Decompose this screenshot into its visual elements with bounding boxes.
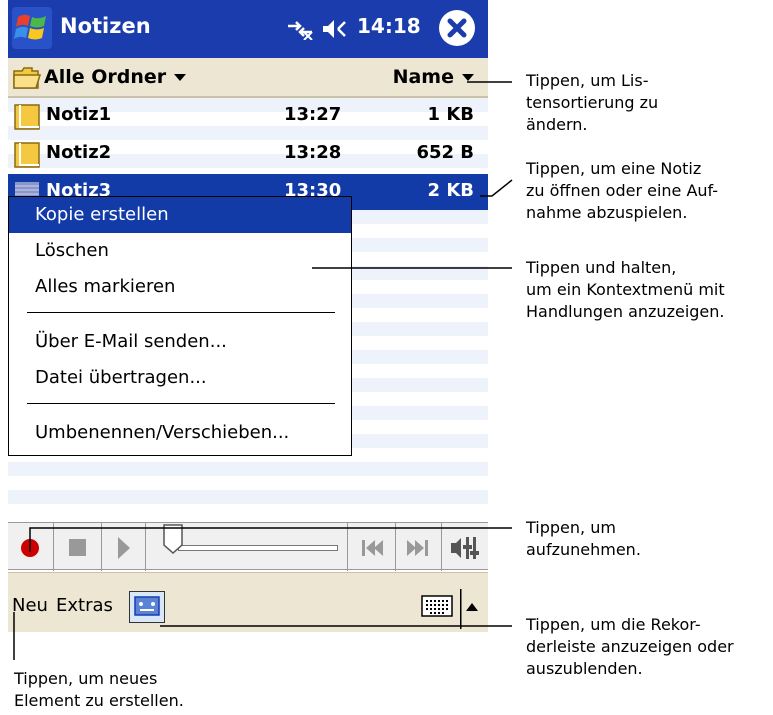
new-menu[interactable]: Neu [12,595,48,616]
annotation-line: Tippen und halten, [526,258,677,277]
annotation-toolbar: Tippen, um die Rekor- derleiste anzuzeig… [526,614,734,680]
annotation-line: Tippen, um Lis- [526,71,649,90]
menu-item-select-all[interactable]: Alles markieren [9,269,351,305]
clock[interactable]: 14:18 [357,14,421,38]
chevron-down-icon [462,74,474,81]
annotation-line: Tippen, um eine Notiz [526,159,702,178]
file-time: 13:27 [284,104,342,125]
recorder-toggle-icon [134,596,160,616]
annotation-line: Tippen, um die Rekor- [526,615,701,634]
file-name: Notiz2 [46,142,112,163]
context-menu: Kopie erstellen Löschen Alles markieren … [8,196,352,456]
skip-forward-icon [407,540,428,556]
file-size: 1 KB [427,104,474,125]
command-bar: Neu Extras [8,572,488,632]
annotation-line: tensortierung zu [526,93,659,112]
record-button[interactable] [8,523,54,571]
annotation-line: auszublenden. [526,659,643,678]
annotation-line: um ein Kontextmenü mit [526,280,725,299]
skip-back-button[interactable] [348,523,396,571]
title-bar: Notizen 14:18 [8,0,488,58]
note-icon [14,104,40,130]
annotation-sort: Tippen, um Lis- tensortierung zu ändern. [526,70,658,136]
note-icon [14,142,40,168]
connectivity-icon[interactable] [286,18,314,40]
annotation-record: Tippen, um aufzunehmen. [526,517,641,561]
file-time: 13:28 [284,142,342,163]
annotation-line: Handlungen anzuzeigen. [526,302,725,321]
sip-arrow-icon[interactable] [460,589,478,629]
close-button[interactable] [439,10,475,46]
file-size: 652 B [416,142,474,163]
sort-dropdown[interactable]: Name [393,66,474,88]
annotation-line: zu öffnen oder eine Auf- [526,181,719,200]
annotation-open: Tippen, um eine Notiz zu öffnen oder ein… [526,158,718,224]
annotation-line: aufzunehmen. [526,540,641,559]
menu-item-delete[interactable]: Löschen [9,233,351,269]
speaker-icon[interactable] [321,17,351,41]
list-item[interactable]: Notiz1 13:27 1 KB [8,98,488,134]
close-icon [447,18,467,38]
sort-dropdown-label: Name [392,66,454,88]
volume-button[interactable] [442,523,488,571]
annotation-new: Tippen, um neues Element zu erstellen. [14,668,184,712]
play-button[interactable] [102,523,146,571]
file-size: 2 KB [427,180,474,201]
list-header: Alle Ordner Name [8,58,488,98]
menu-divider [27,403,335,404]
menu-item-email[interactable]: Über E-Mail senden... [9,324,351,360]
slider-track [178,545,338,551]
chevron-down-icon [174,74,187,81]
volume-icon [451,537,479,559]
seek-slider[interactable] [146,523,348,571]
slider-thumb[interactable] [162,523,184,555]
skip-back-icon [362,540,383,556]
folder-dropdown-label: Alle Ordner [44,66,167,88]
windows-start-icon[interactable] [12,7,52,49]
tools-menu[interactable]: Extras [56,595,113,616]
menu-item-copy[interactable]: Kopie erstellen [9,197,351,233]
list-item[interactable]: Notiz2 13:28 652 B [8,136,488,172]
annotation-line: ändern. [526,115,588,134]
skip-forward-button[interactable] [396,523,442,571]
folder-dropdown[interactable]: Alle Ordner [44,66,187,88]
recorder-toggle-button[interactable] [129,591,165,623]
annotation-line: Element zu erstellen. [14,691,184,710]
stop-icon [69,539,86,556]
annotation-hold: Tippen und halten, um ein Kontextmenü mi… [526,257,725,323]
stop-button[interactable] [54,523,102,571]
annotation-line: nahme abzuspielen. [526,203,688,222]
keyboard-icon[interactable] [421,595,453,617]
app-title: Notizen [60,14,151,38]
menu-item-beam[interactable]: Datei übertragen... [9,360,351,396]
play-icon [118,537,130,559]
folder-icon [13,67,42,89]
recorder-toolbar [8,522,488,571]
annotation-line: Tippen, um neues [14,669,158,688]
menu-item-rename[interactable]: Umbenennen/Verschieben... [9,415,351,451]
pocketpc-screen: Notizen 14:18 Alle Ordner Name Notiz1 13… [8,0,488,660]
file-name: Notiz1 [46,104,112,125]
record-icon [21,539,39,557]
annotation-line: derleiste anzuzeigen oder [526,637,734,656]
menu-divider [27,312,335,313]
annotation-line: Tippen, um [526,518,616,537]
